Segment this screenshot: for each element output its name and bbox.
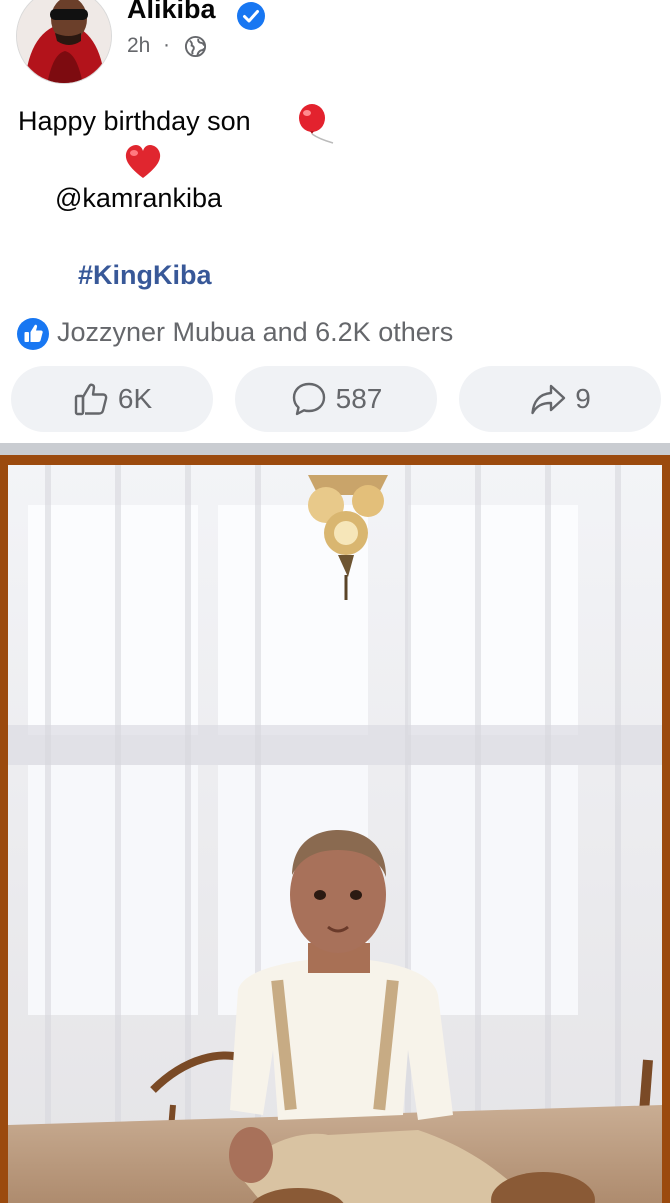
share-arrow-icon	[531, 384, 566, 415]
post-photo[interactable]	[8, 465, 662, 1203]
post-time[interactable]: 2h	[127, 34, 150, 58]
mention-link[interactable]: @kamrankiba	[55, 183, 222, 214]
comment-icon	[292, 382, 325, 416]
like-count: 6K	[117, 383, 153, 414]
reactions-summary[interactable]: Jozzyner Mubua and 6.2K others	[57, 317, 453, 348]
section-divider	[0, 443, 670, 455]
post-text-line: Happy birthday son	[18, 106, 251, 136]
like-reaction-icon[interactable]	[16, 317, 50, 351]
meta-separator: ·	[163, 33, 170, 56]
like-button[interactable]: 6K	[11, 366, 213, 432]
author-avatar[interactable]	[16, 0, 112, 84]
verified-badge-icon	[237, 2, 265, 30]
thumbs-up-icon	[74, 383, 108, 416]
post-photo-frame[interactable]	[0, 455, 670, 1203]
hashtag-link[interactable]: #KingKiba	[78, 260, 212, 291]
comment-button[interactable]: 587	[235, 366, 437, 432]
balloon-emoji-icon	[299, 104, 334, 144]
red-heart-emoji-icon	[125, 145, 161, 178]
author-name[interactable]: Alikiba	[127, 0, 216, 25]
share-button[interactable]: 9	[459, 366, 661, 432]
globe-icon[interactable]	[184, 35, 207, 58]
comment-count: 587	[335, 383, 383, 414]
share-count: 9	[575, 383, 591, 414]
